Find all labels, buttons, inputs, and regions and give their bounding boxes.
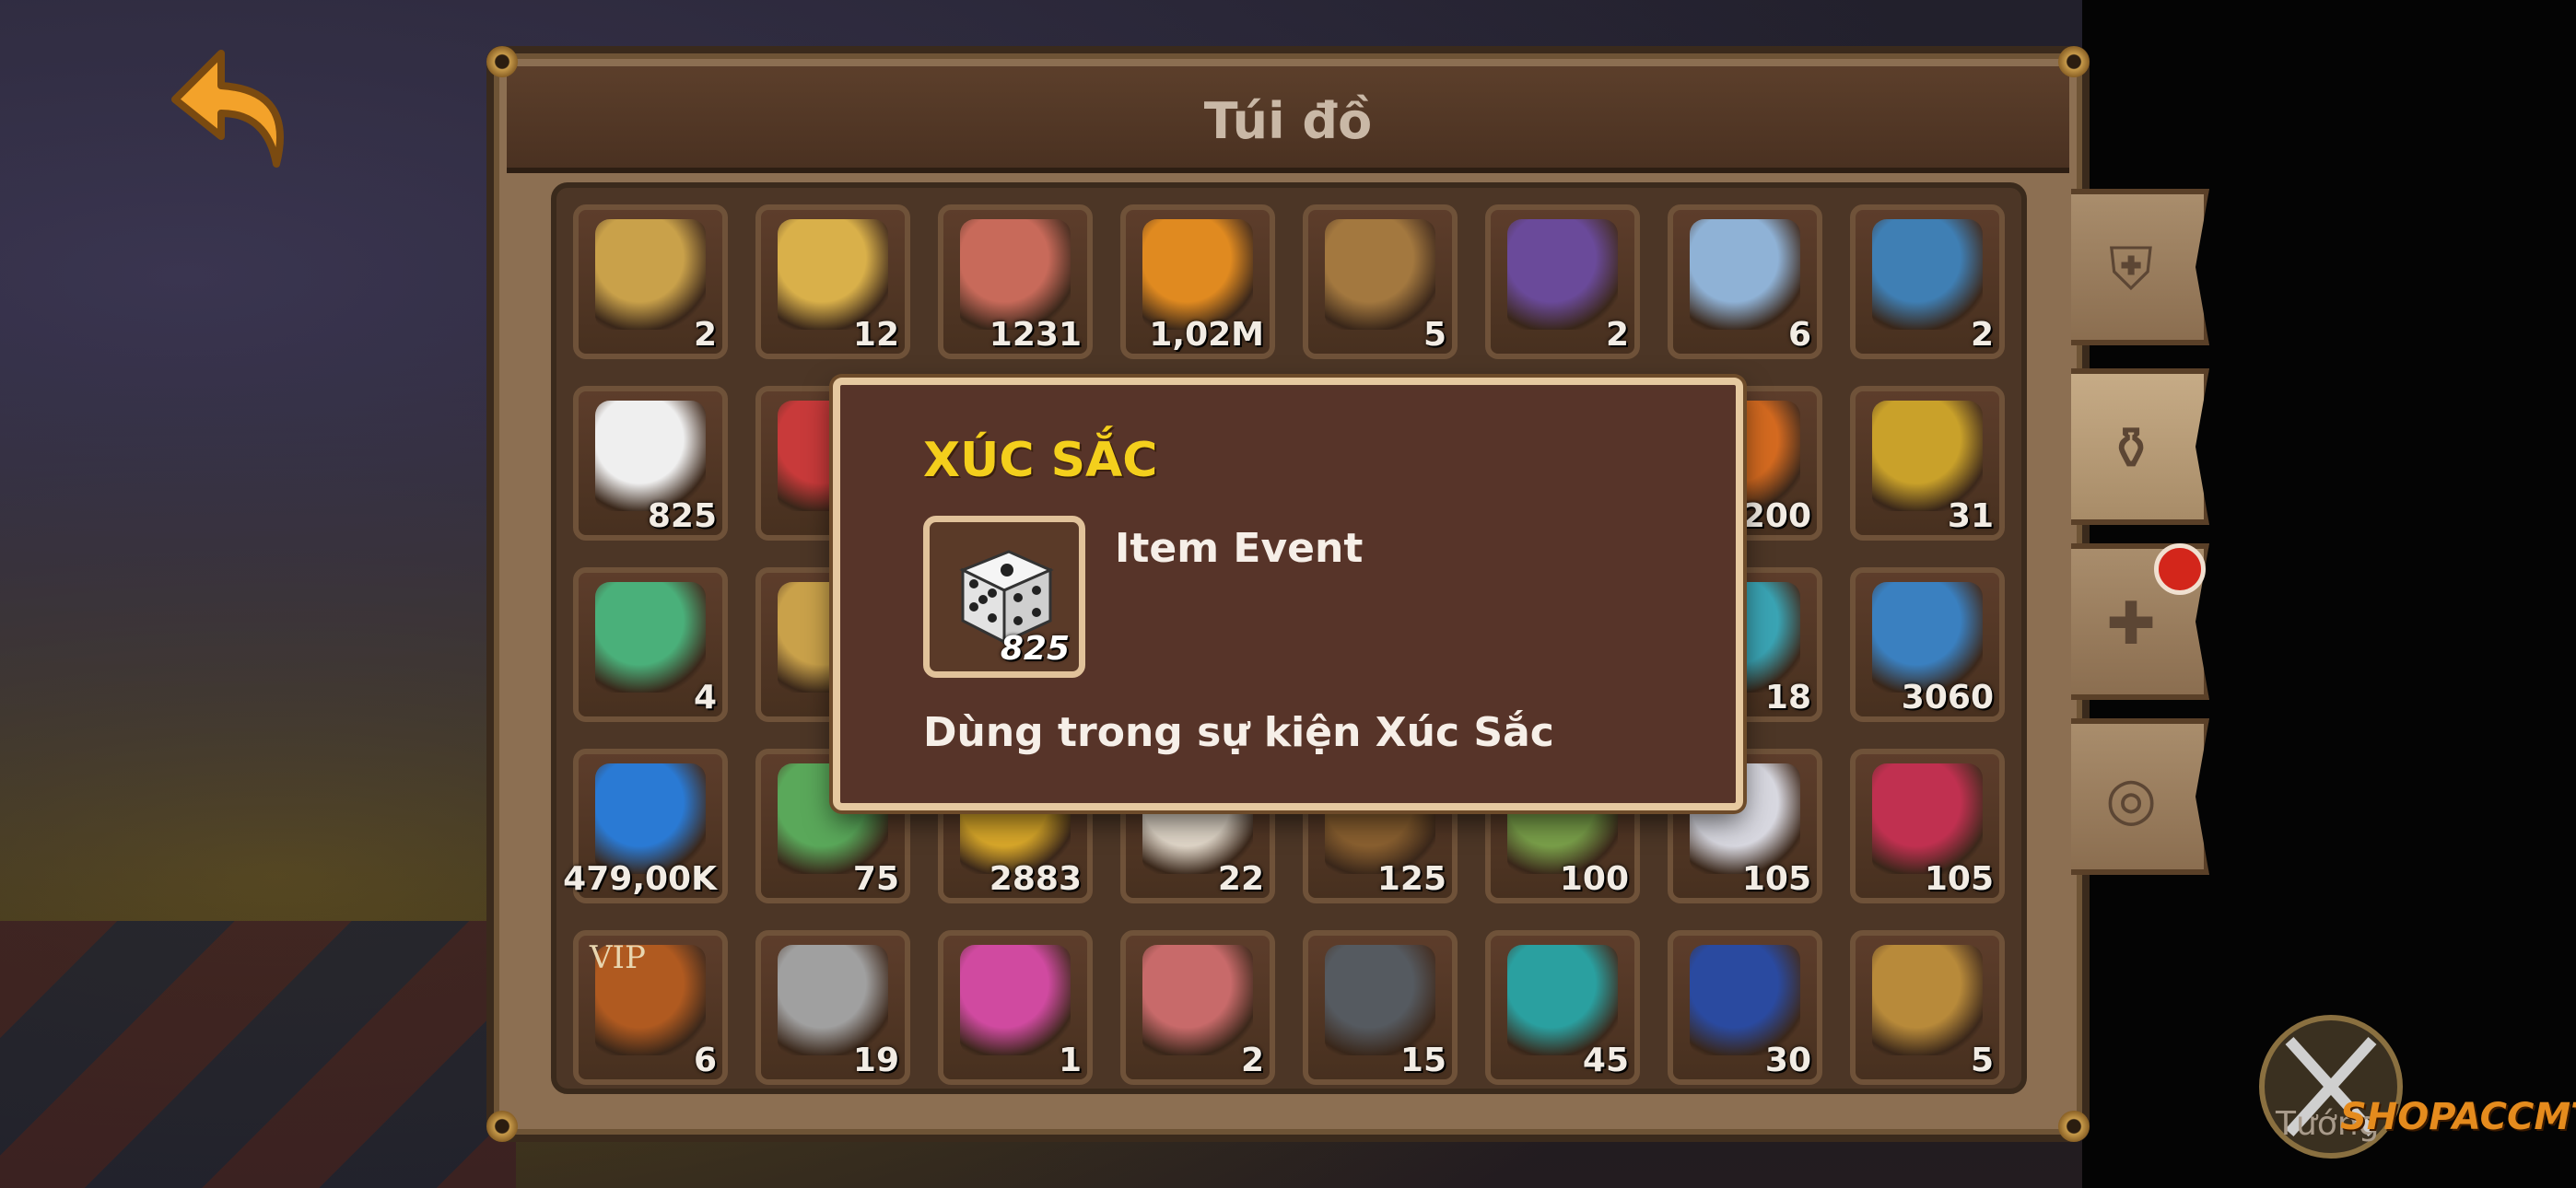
item-count: 2 [693, 316, 717, 354]
item-count: 19 [852, 1042, 899, 1079]
item-count: 2 [1605, 316, 1629, 354]
inventory-slot[interactable]: 2 [1850, 204, 2005, 359]
crossed-swords-icon[interactable] [2257, 1004, 2534, 1170]
inventory-slot[interactable]: 2 [1120, 930, 1275, 1085]
ship-wheel-icon [1872, 945, 1983, 1055]
ss-rank-badge-icon [960, 219, 1071, 330]
inventory-slot[interactable]: 2 [1485, 204, 1640, 359]
inventory-slot[interactable]: 30 [1668, 930, 1822, 1085]
item-preview-slot: 825 [923, 516, 1085, 678]
checkered-floor [0, 921, 516, 1188]
item-count: 12 [852, 316, 899, 354]
item-count: 2 [1970, 316, 1994, 354]
inventory-slot[interactable]: 1231 [938, 204, 1093, 359]
item-count: 2 [1240, 1042, 1264, 1079]
tab-accessories[interactable]: ◎ [2071, 718, 2209, 875]
item-tooltip: XÚC SẮC 825 Item Event Dùng trong sự kiệ… [833, 378, 1743, 810]
ring-icon: ◎ [2105, 765, 2157, 833]
wood-chest-icon [1325, 219, 1435, 330]
item-count: 18 [1764, 679, 1811, 716]
item-count: 1 [1058, 1042, 1082, 1079]
item-count: 105 [1741, 860, 1811, 898]
panel-header: Túi đồ [507, 66, 2069, 173]
tombstone-icon [778, 945, 888, 1055]
blue-gem-icon [595, 763, 706, 874]
item-count: 125 [1376, 860, 1446, 898]
inventory-slot[interactable]: 5 [1303, 204, 1458, 359]
amber-coin-icon [1142, 219, 1253, 330]
vip-label: VIP [590, 939, 646, 976]
item-count: 45 [1582, 1042, 1629, 1079]
item-count: 825 [1000, 630, 1070, 668]
item-count: 825 [647, 497, 717, 535]
item-count: 479,00K [563, 860, 717, 898]
inventory-slot[interactable]: 1,02M [1120, 204, 1275, 359]
inventory-slot[interactable]: 5 [1850, 930, 2005, 1085]
tab-items[interactable]: ⚱ [2071, 368, 2209, 525]
back-arrow-icon[interactable] [166, 35, 304, 173]
inventory-slot[interactable]: 105 [1850, 749, 2005, 903]
pirate-hat-icon [960, 945, 1071, 1055]
item-count: 1,02M [1149, 316, 1264, 354]
item-count: 6 [693, 1042, 717, 1079]
inventory-slot[interactable]: VIP 6 [573, 930, 728, 1085]
item-count: 30 [1764, 1042, 1811, 1079]
item-count: 5 [1970, 1042, 1994, 1079]
purple-chest-icon [1507, 219, 1618, 330]
item-count: 4 [693, 679, 717, 716]
panel-title: Túi đồ [1203, 92, 1373, 150]
inventory-slot[interactable]: 12 [755, 204, 910, 359]
corner-rivet [2058, 1111, 2090, 1142]
notification-dot [2154, 543, 2206, 595]
inventory-slot[interactable]: 1 [938, 930, 1093, 1085]
item-count: 6 [1787, 316, 1811, 354]
item-count: 15 [1399, 1042, 1446, 1079]
item-description: Dùng trong sự kiện Xúc Sắc [923, 709, 1554, 756]
inventory-slot[interactable]: 45 [1485, 930, 1640, 1085]
corner-rivet [2058, 46, 2090, 77]
armor-icon: ⛨ [2109, 236, 2153, 304]
watermark: SHOPACCMT.COM [2340, 1096, 2576, 1138]
portrait-frame-icon [1872, 582, 1983, 693]
gold-book-icon [595, 219, 706, 330]
inventory-slot[interactable]: 2 [573, 204, 728, 359]
green-potion-icon [595, 582, 706, 693]
card-pack-icon [1142, 945, 1253, 1055]
item-count: 22 [1217, 860, 1264, 898]
item-count: 75 [852, 860, 899, 898]
teal-chest-icon [1507, 945, 1618, 1055]
item-count: 100 [1559, 860, 1629, 898]
item-type: Item Event [1115, 525, 1364, 572]
item-count: 31 [1947, 497, 1994, 535]
puzzle-piece-icon: ✚ [2106, 590, 2156, 658]
navy-chest-icon [1690, 945, 1800, 1055]
inventory-slot[interactable]: 15 [1303, 930, 1458, 1085]
item-count: 105 [1924, 860, 1994, 898]
item-name: XÚC SẮC [923, 433, 1158, 488]
potion-jar-icon [1690, 219, 1800, 330]
item-count: 1231 [989, 316, 1082, 354]
corner-rivet [486, 46, 518, 77]
corner-rivet [486, 1111, 518, 1142]
inventory-slot[interactable]: 19 [755, 930, 910, 1085]
inventory-slot[interactable]: 4 [573, 567, 728, 722]
potion-bag-icon: ⚱ [2106, 415, 2156, 483]
item-count: 200 [1741, 497, 1811, 535]
bead-necklace-icon [1872, 763, 1983, 874]
inventory-slot[interactable]: 479,00K [563, 749, 728, 903]
inventory-slot[interactable]: 3060 [1850, 567, 2005, 722]
item-count: 3060 [1901, 679, 1994, 716]
inventory-slot[interactable]: 31 [1850, 386, 2005, 541]
dice-icon [595, 401, 706, 511]
item-count: 5 [1423, 316, 1446, 354]
golden-orb-icon [1872, 401, 1983, 511]
s-rank-badge-icon [778, 219, 888, 330]
item-count: 2883 [989, 860, 1082, 898]
blue-chest-icon [1872, 219, 1983, 330]
inventory-slot[interactable]: 6 [1668, 204, 1822, 359]
tab-equipment[interactable]: ⛨ [2071, 189, 2209, 345]
cannon-icon [1325, 945, 1435, 1055]
inventory-slot[interactable]: 825 [573, 386, 728, 541]
